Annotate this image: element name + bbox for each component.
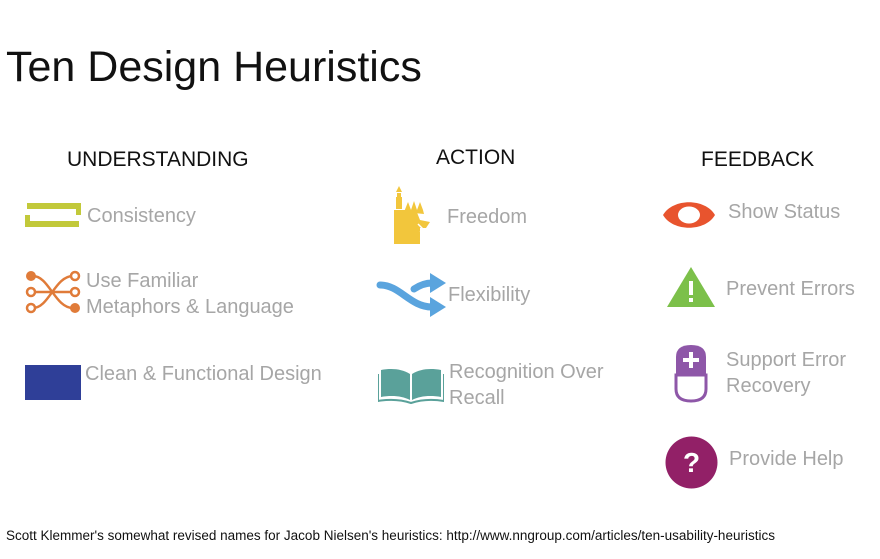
item-freedom: Freedom (447, 206, 528, 228)
blue-rectangle-icon (25, 365, 81, 400)
consistency-icon (25, 203, 81, 227)
footer-citation: Scott Klemmer's somewhat revised names f… (6, 528, 775, 543)
item-clean-design: Clean & Functional Design (85, 363, 322, 385)
eye-icon (663, 202, 715, 228)
page-title: Ten Design Heuristics (6, 43, 422, 91)
svg-text:?: ? (683, 447, 700, 478)
item-recognition: Recognition Over Recall (449, 359, 604, 411)
crossed-arrows-icon (25, 270, 81, 314)
item-recognition-line1: Recognition Over (449, 361, 604, 383)
question-circle-icon: ? (665, 436, 718, 489)
eraser-plus-icon (674, 345, 708, 403)
item-flexibility: Flexibility (448, 284, 531, 306)
item-familiar-metaphors-line2: Metaphors & Language (86, 296, 294, 318)
swap-arrows-icon (376, 273, 446, 317)
item-familiar-metaphors: Use Familiar Metaphors & Language (86, 268, 294, 320)
item-provide-help: Provide Help (729, 448, 844, 470)
statue-of-liberty-icon (394, 186, 430, 244)
item-support-recovery-line1: Support Error (726, 349, 847, 371)
item-support-recovery-line2: Recovery (726, 375, 811, 397)
item-recognition-line2: Recall (449, 387, 505, 409)
item-consistency: Consistency (87, 205, 196, 227)
item-familiar-metaphors-line1: Use Familiar (86, 270, 199, 292)
item-support-recovery: Support Error Recovery (726, 347, 846, 399)
column-heading-action: ACTION (436, 146, 516, 169)
warning-triangle-icon (667, 267, 715, 307)
item-prevent-errors: Prevent Errors (726, 278, 855, 300)
column-heading-understanding: UNDERSTANDING (67, 148, 249, 171)
column-heading-feedback: FEEDBACK (701, 148, 815, 171)
open-book-icon (378, 369, 444, 404)
item-show-status: Show Status (728, 201, 841, 223)
